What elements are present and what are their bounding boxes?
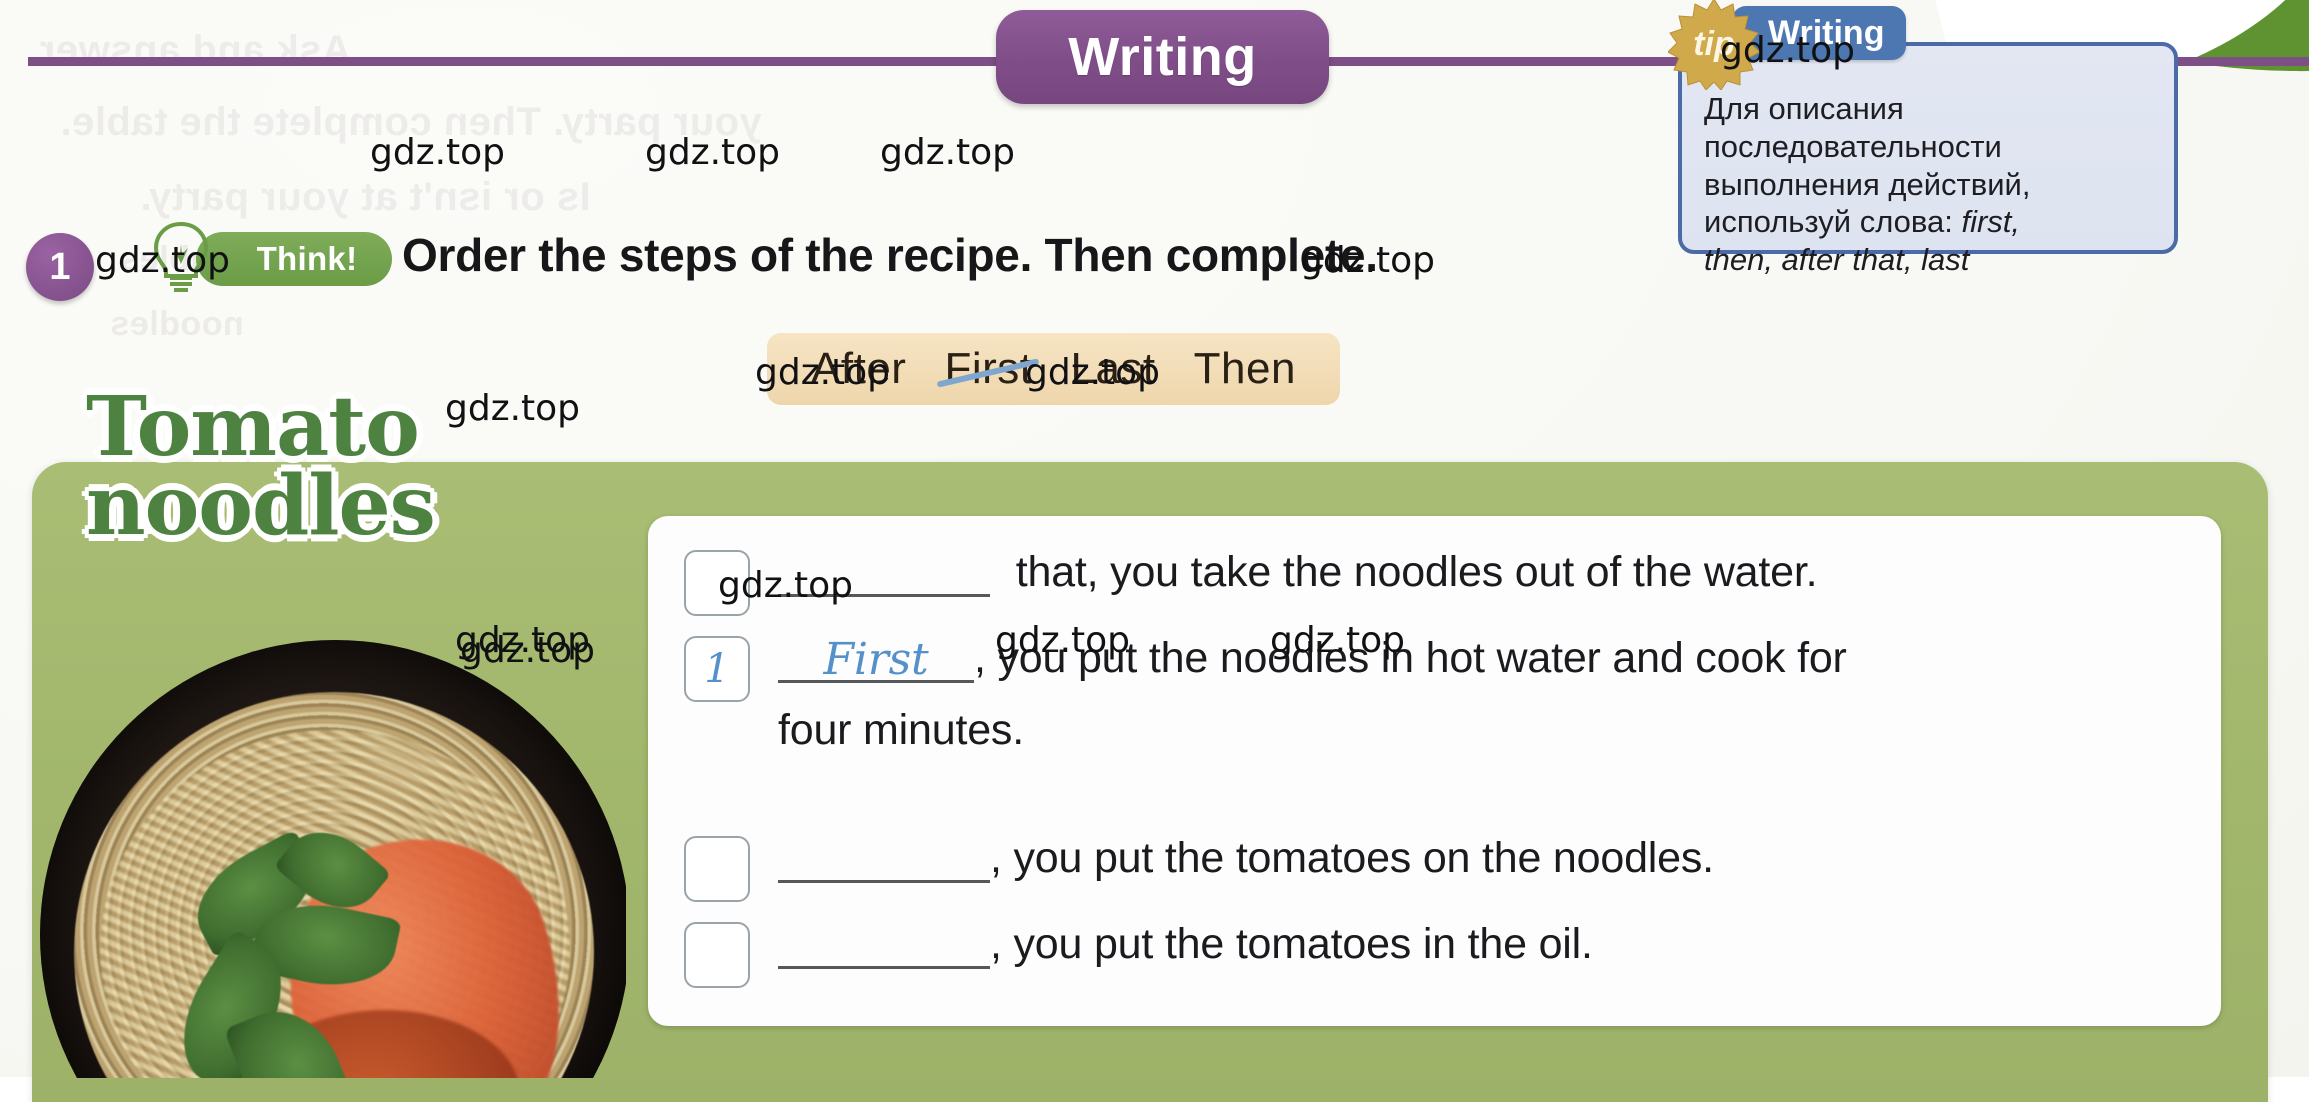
order-box-3[interactable] xyxy=(684,836,750,902)
word-bank-item-first[interactable]: First xyxy=(944,344,1032,394)
order-box-1[interactable] xyxy=(684,550,750,616)
answer-text-1: that, you take the noodles out of the wa… xyxy=(1015,548,1818,596)
think-pill: Think! xyxy=(196,232,392,286)
answer-card: that, you take the noodles out of the wa… xyxy=(648,516,2221,1026)
recipe-title: Tomato noodles xyxy=(86,386,556,554)
section-title-label: Writing xyxy=(1068,27,1257,87)
answer-filled-2[interactable]: First xyxy=(778,634,974,685)
answer-text-4: , you put the tomatoes in the oil. xyxy=(990,920,1593,968)
answer-text-2: , you put the noodles in hot water and c… xyxy=(974,634,1847,682)
tip-body-line1: Для описания xyxy=(1704,91,1904,126)
order-box-4[interactable] xyxy=(684,922,750,988)
answer-text-3: , you put the tomatoes on the noodles. xyxy=(990,834,1714,882)
tip-body-line4: используй слова: xyxy=(1704,204,1962,240)
exercise-instruction: Order the steps of the recipe. Then comp… xyxy=(402,229,1378,281)
tip-body-line3: выполнения действий, xyxy=(1704,166,2031,202)
word-bank-item-last[interactable]: Last xyxy=(1070,344,1155,394)
answer-line-2-wrap: four minutes. xyxy=(778,706,1024,754)
word-bank-item-after[interactable]: After xyxy=(811,344,906,394)
tip-header-label: Writing xyxy=(1768,13,1885,52)
answer-line-1: that, you take the noodles out of the wa… xyxy=(778,548,1818,597)
recipe-photo xyxy=(26,602,626,1078)
bowl-graphic xyxy=(40,640,626,1078)
answer-line-2: First, you put the noodles in hot water … xyxy=(778,634,1847,685)
exercise-number-badge: 1 xyxy=(26,233,94,301)
answer-blank-4[interactable] xyxy=(778,922,990,969)
exercise-number-label: 1 xyxy=(49,245,71,288)
recipe-title-line2: noodles xyxy=(86,457,436,554)
order-box-2-value: 1 xyxy=(704,646,730,692)
tip-keyword-first: first, xyxy=(1961,204,2021,240)
tip-body-line2: последовательности xyxy=(1704,128,2002,164)
answer-line-3: , you put the tomatoes on the noodles. xyxy=(778,834,1714,883)
answer-line-4: , you put the tomatoes in the oil. xyxy=(778,920,1593,969)
word-bank-item-then[interactable]: Then xyxy=(1194,344,1296,394)
tip-keywords-rest: then, after that, last xyxy=(1704,242,1970,278)
word-bank: After First Last Then xyxy=(767,333,1340,405)
answer-blank-1[interactable] xyxy=(778,550,990,597)
answer-blank-3[interactable] xyxy=(778,836,990,883)
tip-starburst-icon: tip xyxy=(1667,0,1761,91)
section-title-pill: Writing xyxy=(996,10,1329,104)
think-badge: Think! xyxy=(148,221,392,292)
order-box-2[interactable]: 1 xyxy=(684,636,750,702)
lightbulb-icon xyxy=(148,220,214,303)
tip-badge-label: tip xyxy=(1693,24,1735,63)
tip-body: Для описания последовательности выполнен… xyxy=(1704,90,2156,279)
think-label: Think! xyxy=(256,240,358,277)
